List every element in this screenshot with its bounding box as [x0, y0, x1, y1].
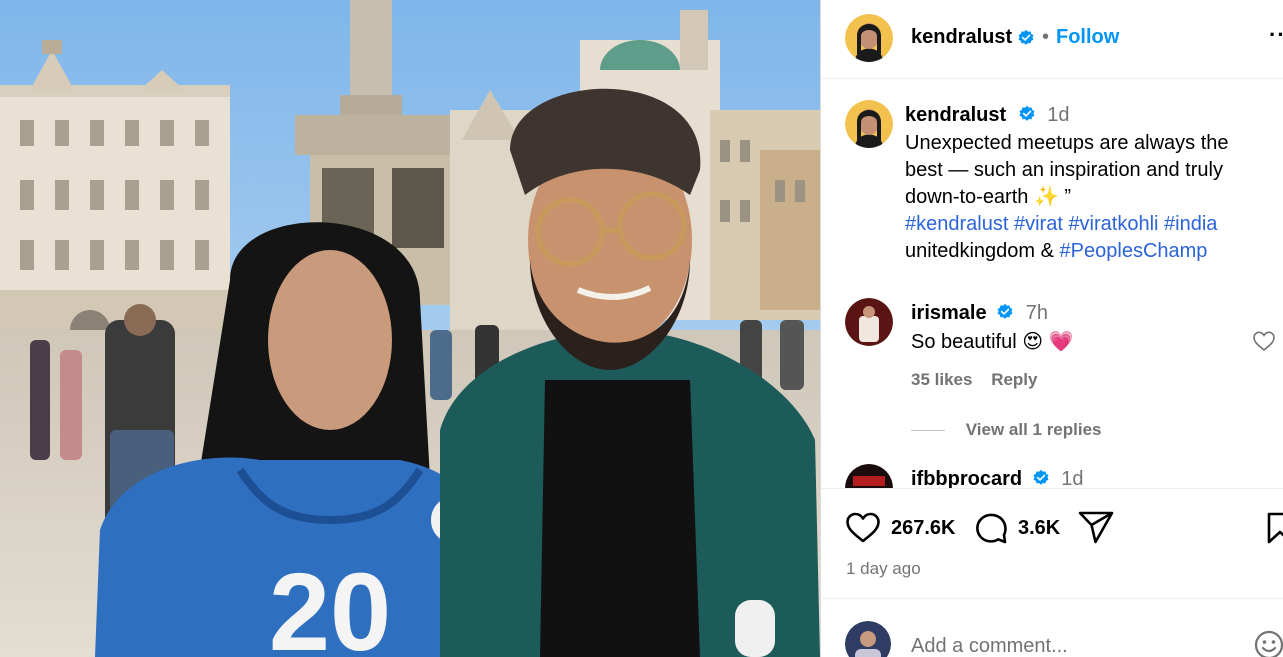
emoji-picker-icon[interactable]: [1253, 629, 1283, 657]
add-comment-input[interactable]: [911, 635, 1231, 657]
hashtag-link[interactable]: #viratkohli: [1068, 213, 1158, 235]
caption-username[interactable]: kendralust: [905, 104, 1006, 126]
view-replies[interactable]: View all 1 replies: [911, 420, 1102, 440]
action-bar: 267.6K 3.6K 1 day ago: [821, 488, 1283, 598]
header-separator: •: [1042, 26, 1050, 48]
post-side-panel: kendralust • Follow ··· kendralust 1d: [820, 0, 1283, 657]
verified-badge-icon: [1033, 469, 1049, 485]
view-replies-label[interactable]: View all 1 replies: [966, 420, 1102, 439]
author-username[interactable]: kendralust: [911, 26, 1012, 49]
comment-header: irismale 7h: [911, 302, 1048, 325]
commenter-avatar[interactable]: [845, 464, 893, 488]
replies-divider: [911, 430, 945, 432]
commenter-avatar-image: [845, 464, 893, 488]
jersey-number: 20: [269, 551, 391, 657]
like-heart-icon[interactable]: [845, 511, 881, 544]
comment-bubble-icon[interactable]: [973, 511, 1009, 544]
share-plane-icon[interactable]: [1077, 510, 1115, 546]
posted-time: 1 day ago: [846, 559, 921, 578]
caption-hashtags: #kendralust #virat #viratkohli #india un…: [905, 211, 1265, 265]
comment-time: 1d: [1061, 468, 1084, 488]
comment-username[interactable]: ifbbprocard: [911, 468, 1022, 488]
caption-plain-text: unitedkingdom &: [905, 240, 1054, 262]
reply-button[interactable]: Reply: [991, 370, 1037, 389]
comments-list[interactable]: kendralust 1d Unexpected meetups are alw…: [821, 80, 1283, 488]
photo-illustration: 20: [0, 0, 820, 657]
comment-likes-count[interactable]: 35 likes: [911, 370, 972, 389]
comment-meta: 35 likes Reply: [911, 370, 1037, 390]
verified-badge-icon: [1019, 105, 1035, 121]
hashtag-link[interactable]: #kendralust: [905, 213, 1008, 235]
comment-text: So beautiful 😍 💗: [911, 331, 1074, 353]
verified-badge-icon: [1018, 29, 1034, 45]
author-avatar[interactable]: [845, 14, 893, 62]
caption-time: 1d: [1047, 104, 1070, 126]
viewer-avatar: [845, 621, 891, 657]
caption-avatar[interactable]: [845, 100, 893, 148]
caption-text: Unexpected meetups are always the best —…: [905, 132, 1229, 208]
caption-header: kendralust 1d: [905, 104, 1070, 127]
comment-like-heart-icon[interactable]: [1252, 330, 1276, 352]
more-options-icon[interactable]: ···: [1269, 22, 1283, 48]
post-header: kendralust • Follow ···: [821, 0, 1283, 79]
add-comment-bar: [821, 598, 1283, 657]
hashtag-link[interactable]: #PeoplesChamp: [1060, 240, 1208, 262]
caption-avatar-image: [845, 100, 893, 148]
viewer-avatar-image: [845, 621, 891, 657]
like-count[interactable]: 267.6K: [891, 517, 956, 540]
post-photo[interactable]: 20: [0, 0, 820, 657]
follow-button[interactable]: Follow: [1056, 26, 1119, 49]
commenter-avatar[interactable]: [845, 298, 893, 346]
verified-badge-icon: [997, 303, 1013, 319]
commenter-avatar-image: [845, 298, 893, 346]
comment-count[interactable]: 3.6K: [1018, 517, 1060, 540]
hashtag-link[interactable]: #india: [1164, 213, 1217, 235]
author-avatar-image: [845, 14, 893, 62]
comment-username[interactable]: irismale: [911, 302, 987, 324]
comment-header: ifbbprocard 1d: [911, 468, 1084, 488]
comment-time: 7h: [1025, 302, 1048, 324]
hashtag-link[interactable]: #virat: [1014, 213, 1063, 235]
save-bookmark-icon[interactable]: [1265, 511, 1283, 545]
